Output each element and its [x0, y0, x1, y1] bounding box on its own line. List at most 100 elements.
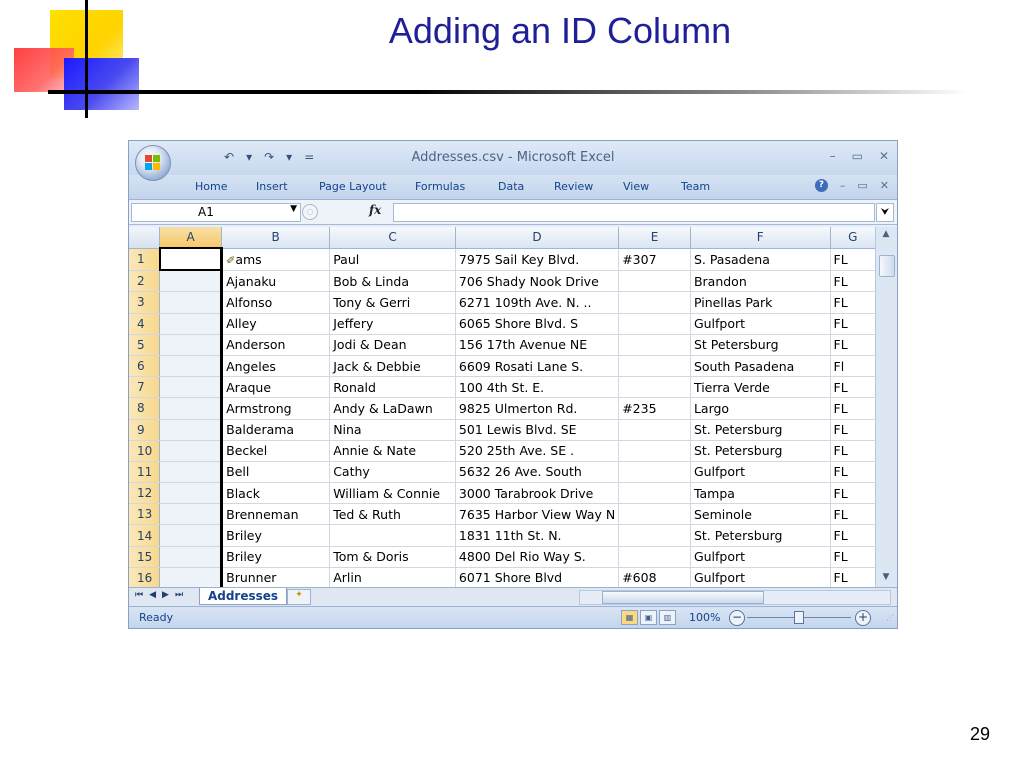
cell-e[interactable]: [618, 546, 691, 568]
cell-f[interactable]: Gulfport: [690, 546, 831, 568]
row-header[interactable]: 3: [129, 291, 161, 314]
column-header-g[interactable]: G: [830, 227, 876, 249]
column-header-f[interactable]: F: [690, 227, 831, 249]
cell-a[interactable]: [159, 440, 223, 462]
cell-g[interactable]: Fl: [830, 355, 876, 378]
cell-e[interactable]: [618, 503, 691, 526]
row-header[interactable]: 13: [129, 503, 161, 526]
cell-a[interactable]: [159, 270, 223, 293]
vertical-scroll-thumb[interactable]: [879, 255, 895, 277]
scroll-down-icon[interactable]: ▼: [879, 572, 893, 584]
horizontal-scroll-thumb[interactable]: [602, 591, 764, 604]
normal-view-icon[interactable]: ▦: [621, 610, 638, 625]
cell-f[interactable]: Gulfport: [690, 567, 831, 587]
tab-insert[interactable]: Insert: [256, 180, 288, 193]
page-break-view-icon[interactable]: ▥: [659, 610, 676, 625]
insert-sheet-icon[interactable]: ✦: [287, 589, 311, 605]
cell-e[interactable]: [618, 524, 691, 547]
cell-e[interactable]: [618, 440, 691, 462]
cell-c[interactable]: Ted & Ruth: [329, 503, 456, 526]
cell-f[interactable]: South Pasadena: [690, 355, 831, 378]
cell-a[interactable]: [159, 524, 223, 547]
cell-b[interactable]: Black: [220, 482, 331, 505]
column-header-d[interactable]: D: [455, 227, 620, 249]
resize-grip-icon[interactable]: ⋰: [886, 613, 894, 622]
maximize-icon[interactable]: ▭: [852, 149, 863, 163]
cell-b[interactable]: Alfonso: [220, 291, 331, 314]
column-header-b[interactable]: B: [221, 227, 331, 249]
cell-d[interactable]: 706 Shady Nook Drive: [455, 270, 620, 293]
first-sheet-icon[interactable]: ⏮: [135, 590, 143, 600]
office-button[interactable]: [135, 145, 171, 181]
row-header[interactable]: 14: [129, 524, 161, 547]
cell-e[interactable]: [618, 355, 691, 378]
cell-f[interactable]: St. Petersburg: [690, 419, 831, 441]
cell-a[interactable]: [159, 355, 223, 378]
row-header[interactable]: 4: [129, 313, 161, 335]
cell-c[interactable]: William & Connie: [329, 482, 456, 505]
tab-team[interactable]: Team: [681, 180, 710, 193]
cell-a[interactable]: [159, 397, 223, 420]
page-layout-view-icon[interactable]: ▣: [640, 610, 657, 625]
cell-b[interactable]: Angeles: [220, 355, 331, 378]
cell-a[interactable]: [159, 291, 223, 314]
cell-g[interactable]: FL: [830, 270, 876, 293]
minimize-icon[interactable]: –: [830, 149, 836, 163]
cell-c[interactable]: Andy & LaDawn: [329, 397, 456, 420]
cell-b[interactable]: Briley: [220, 524, 331, 547]
cell-g[interactable]: FL: [830, 313, 876, 335]
cell-d[interactable]: 3000 Tarabrook Drive: [455, 482, 620, 505]
expand-formula-bar-icon[interactable]: ⮟: [876, 203, 894, 222]
sheet-tab-addresses[interactable]: Addresses: [199, 588, 287, 605]
prev-sheet-icon[interactable]: ◀: [149, 590, 156, 600]
cell-b[interactable]: ✐ams: [220, 248, 331, 271]
cell-e[interactable]: #235: [618, 397, 691, 420]
tab-page-layout[interactable]: Page Layout: [319, 180, 387, 193]
cell-b[interactable]: Briley: [220, 546, 331, 568]
close-icon[interactable]: ✕: [879, 149, 889, 163]
cell-f[interactable]: Pinellas Park: [690, 291, 831, 314]
cell-b[interactable]: Brunner: [220, 567, 331, 587]
next-sheet-icon[interactable]: ▶: [162, 590, 169, 600]
cell-e[interactable]: [618, 270, 691, 293]
cell-f[interactable]: Tierra Verde: [690, 376, 831, 399]
cell-g[interactable]: FL: [830, 291, 876, 314]
cell-b[interactable]: Beckel: [220, 440, 331, 462]
insert-function-icon[interactable]: fx: [369, 203, 381, 217]
cell-b[interactable]: Armstrong: [220, 397, 331, 420]
cell-b[interactable]: Balderama: [220, 419, 331, 441]
cell-f[interactable]: Brandon: [690, 270, 831, 293]
cell-b[interactable]: Ajanaku: [220, 270, 331, 293]
cell-d[interactable]: 520 25th Ave. SE .: [455, 440, 620, 462]
cell-c[interactable]: Jack & Debbie: [329, 355, 456, 378]
cell-b[interactable]: Anderson: [220, 334, 331, 356]
cell-c[interactable]: Tom & Doris: [329, 546, 456, 568]
tab-home[interactable]: Home: [195, 180, 227, 193]
cell-d[interactable]: 6609 Rosati Lane S.: [455, 355, 620, 378]
help-icon[interactable]: ?: [814, 179, 828, 192]
tab-formulas[interactable]: Formulas: [415, 180, 465, 193]
cell-a[interactable]: [159, 334, 223, 356]
cell-d[interactable]: 6071 Shore Blvd: [455, 567, 620, 587]
cell-f[interactable]: Gulfport: [690, 313, 831, 335]
cell-f[interactable]: Gulfport: [690, 461, 831, 484]
cell-f[interactable]: St. Petersburg: [690, 440, 831, 462]
cell-f[interactable]: St Petersburg: [690, 334, 831, 356]
cell-c[interactable]: Annie & Nate: [329, 440, 456, 462]
cell-d[interactable]: 501 Lewis Blvd. SE: [455, 419, 620, 441]
cell-d[interactable]: 5632 26 Ave. South: [455, 461, 620, 484]
cell-c[interactable]: Jeffery: [329, 313, 456, 335]
tab-review[interactable]: Review: [554, 180, 593, 193]
ribbon-restore-icon[interactable]: ▭: [857, 179, 867, 192]
row-header[interactable]: 15: [129, 546, 161, 568]
row-header[interactable]: 5: [129, 334, 161, 356]
cell-c[interactable]: Ronald: [329, 376, 456, 399]
cell-c[interactable]: Cathy: [329, 461, 456, 484]
horizontal-scrollbar[interactable]: [579, 590, 891, 605]
cell-c[interactable]: Bob & Linda: [329, 270, 456, 293]
cell-f[interactable]: St. Petersburg: [690, 524, 831, 547]
column-header-e[interactable]: E: [618, 227, 691, 249]
cell-a[interactable]: [159, 419, 223, 441]
cell-a[interactable]: [159, 567, 223, 587]
cell-a[interactable]: [159, 546, 223, 568]
